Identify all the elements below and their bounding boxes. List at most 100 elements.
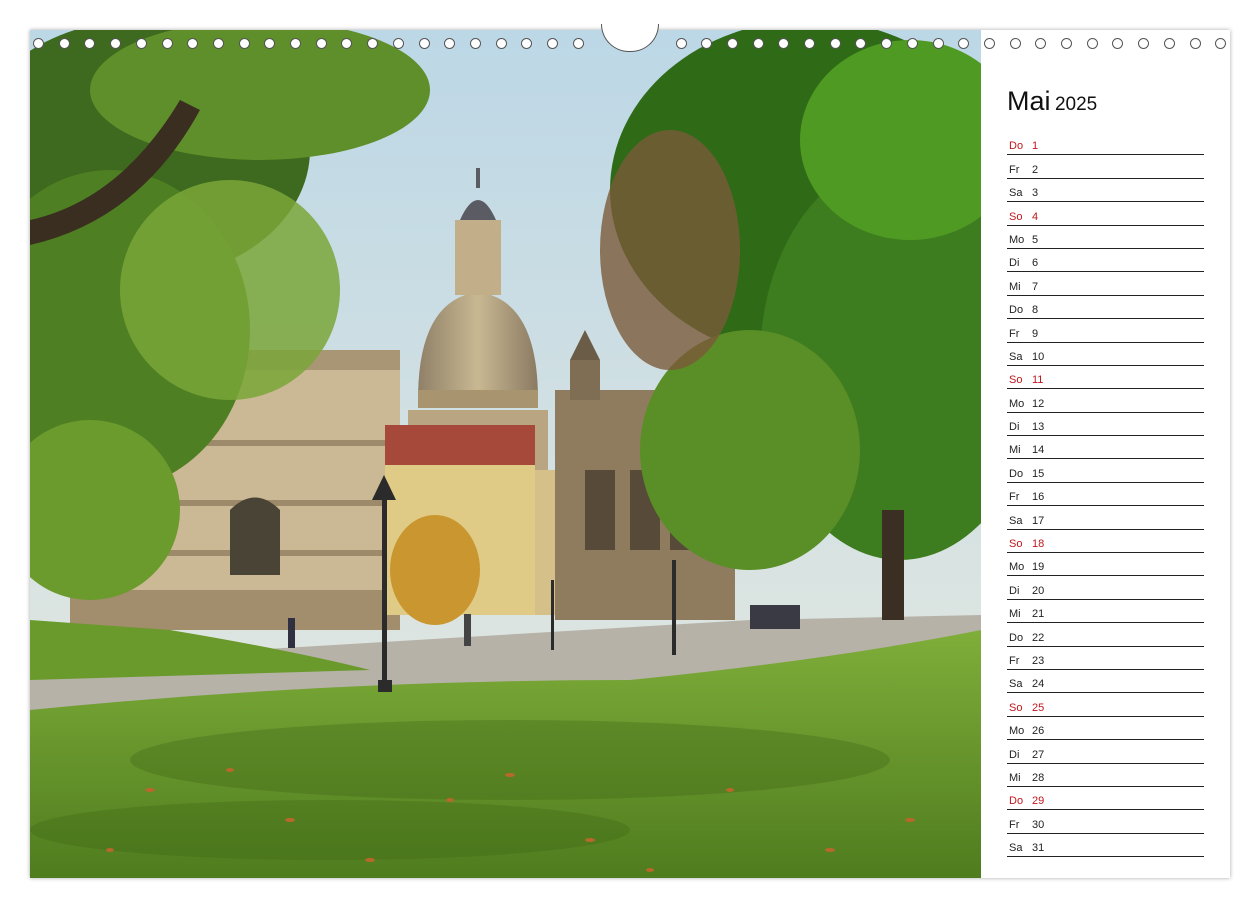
weekday-label: Mo — [1009, 397, 1025, 410]
binding-hole — [238, 38, 250, 49]
binding-hole — [58, 38, 70, 49]
binding-hole — [932, 38, 944, 49]
binding-hole — [444, 38, 456, 49]
binding-hole — [547, 38, 558, 49]
weekday-label: Sa — [1009, 842, 1023, 855]
binding-hole — [855, 38, 867, 49]
day-number: 13 — [1032, 421, 1045, 434]
day-row: So 4 — [1007, 202, 1204, 226]
binding-hole — [367, 38, 379, 49]
binding-hole — [1112, 38, 1124, 49]
day-row: So 18 — [1007, 530, 1204, 554]
weekday-label: Do — [1009, 467, 1024, 480]
binding-hole — [983, 38, 995, 49]
day-number: 16 — [1032, 491, 1045, 504]
binding-hole — [495, 38, 507, 49]
weekday-label: So — [1009, 210, 1023, 223]
month-year: 2025 — [1054, 94, 1098, 115]
binding-hole — [135, 38, 147, 49]
binding-hole — [701, 38, 713, 49]
day-row: Mi 7 — [1007, 272, 1204, 296]
day-row: Di 13 — [1007, 413, 1204, 437]
weekday-label: Mo — [1009, 233, 1025, 246]
binding-hole — [392, 38, 404, 49]
day-number: 31 — [1032, 842, 1045, 855]
day-row: Fr 23 — [1007, 647, 1204, 670]
binding-hole — [1009, 38, 1021, 49]
day-row: Do 15 — [1007, 459, 1204, 483]
binding-hole — [469, 38, 481, 49]
day-number: 18 — [1032, 538, 1045, 551]
day-number: 2 — [1032, 163, 1039, 176]
day-number: 28 — [1032, 771, 1045, 784]
binding-hole — [418, 38, 430, 49]
weekday-label: Mi — [1009, 280, 1021, 293]
weekday-label: Di — [1009, 584, 1020, 597]
weekday-label: Sa — [1009, 350, 1023, 363]
binding-hole — [161, 38, 173, 49]
day-row: Sa 17 — [1007, 506, 1204, 530]
binding-hole — [778, 38, 790, 49]
binding-hole — [572, 38, 584, 49]
weekday-label: Mi — [1009, 444, 1021, 457]
weekday-label: Fr — [1009, 163, 1020, 176]
weekday-label: Sa — [1009, 514, 1023, 527]
month-title: Mai 2025 — [1007, 86, 1204, 120]
binding-hole — [752, 38, 764, 49]
day-row: Mo 12 — [1007, 389, 1204, 413]
binding-hole — [1035, 38, 1047, 49]
calendar-page: Mai 2025 Do 1 Fr 2 Sa 3 So 4 Mo 5 Di 6 Mi 7 Do 8 Fr 9 Sa 10… — [30, 24, 1230, 878]
day-number: 27 — [1032, 748, 1045, 761]
binding-hole — [675, 38, 687, 49]
day-row: Mi 21 — [1007, 600, 1204, 624]
weekday-label: Fr — [1009, 327, 1020, 340]
day-row: Sa 10 — [1007, 343, 1204, 366]
weekday-label: Sa — [1009, 187, 1023, 200]
binding-hole — [315, 38, 327, 49]
binding-hole — [110, 38, 122, 49]
day-number: 26 — [1032, 725, 1045, 738]
day-number: 15 — [1032, 467, 1045, 480]
binding-hole — [726, 38, 738, 49]
day-row: So 25 — [1007, 693, 1204, 717]
day-row: Sa 3 — [1007, 179, 1204, 203]
day-row: Fr 2 — [1007, 155, 1204, 179]
binding-hole — [1189, 38, 1201, 49]
day-number: 8 — [1032, 304, 1039, 317]
day-number: 4 — [1032, 210, 1039, 223]
weekday-label: Fr — [1009, 491, 1020, 504]
day-number: 23 — [1032, 654, 1045, 667]
day-number: 10 — [1032, 350, 1045, 363]
day-row: Mi 14 — [1007, 436, 1204, 460]
day-row: Di 27 — [1007, 740, 1204, 764]
weekday-label: Di — [1009, 421, 1020, 434]
day-row: Fr 9 — [1007, 319, 1204, 343]
binding-hole — [521, 38, 533, 49]
day-number: 7 — [1032, 280, 1039, 293]
day-row: Fr 30 — [1007, 810, 1204, 834]
weekday-label: Mo — [1009, 561, 1025, 574]
weekday-label: Di — [1009, 257, 1020, 270]
binding-hole — [1163, 38, 1175, 49]
day-row: Mi 28 — [1007, 764, 1204, 787]
binding-hole — [906, 38, 918, 49]
day-row: Di 6 — [1007, 249, 1204, 273]
binding-hole — [264, 38, 276, 49]
weekday-label: Mo — [1009, 725, 1025, 738]
month-photo — [30, 30, 981, 878]
weekday-label: Do — [1009, 140, 1024, 153]
day-number: 6 — [1032, 257, 1039, 270]
day-row: Do 22 — [1007, 623, 1204, 647]
day-number: 20 — [1032, 584, 1045, 597]
day-number: 1 — [1032, 140, 1039, 153]
weekday-label: Fr — [1009, 654, 1020, 667]
weekday-label: Do — [1009, 304, 1024, 317]
day-number: 12 — [1032, 397, 1045, 410]
day-row: Sa 31 — [1007, 834, 1204, 858]
binding-hole — [958, 38, 970, 49]
day-row: So 11 — [1007, 366, 1204, 390]
day-number: 29 — [1032, 795, 1045, 808]
day-row: Di 20 — [1007, 576, 1204, 600]
binding-hole — [1061, 38, 1072, 49]
day-row: Do 8 — [1007, 296, 1204, 320]
